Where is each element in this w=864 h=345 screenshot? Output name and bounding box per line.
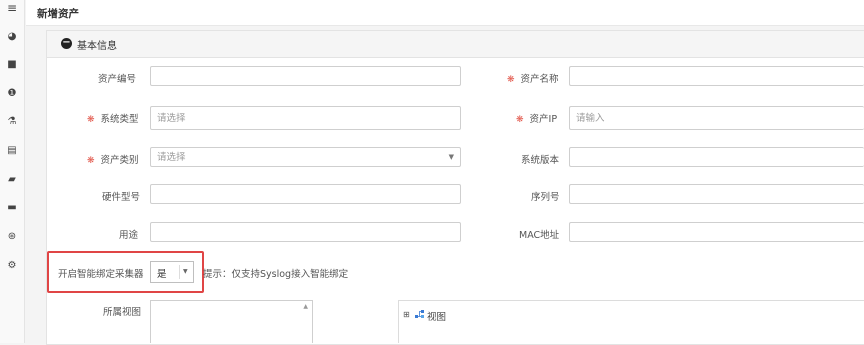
- smart-binding-hint: 提示：仅支持Syslog接入智能绑定: [203, 269, 349, 280]
- asset-ip-input[interactable]: 请输入: [569, 106, 864, 130]
- system-version-label: 系统版本: [521, 155, 560, 166]
- page-header: [26, 0, 864, 26]
- mac-address-input[interactable]: [569, 222, 864, 242]
- select-divider: [179, 265, 180, 279]
- asset-ip-label: ❋ 资产IP: [516, 114, 558, 125]
- sidebar: ≡ ◕ ■ ❶ ⚗ ▤ ▰ ▬ ⊛ ⚙: [0, 0, 25, 343]
- mac-address-label: MAC地址: [519, 230, 560, 241]
- menu-icon[interactable]: ≡: [0, 2, 24, 14]
- dashboard-icon[interactable]: ◕: [0, 31, 24, 43]
- purpose-label: 用途: [119, 230, 139, 241]
- chevron-down-icon[interactable]: ▼: [449, 148, 454, 166]
- view-label: 所属视图: [103, 307, 142, 318]
- network-node-icon: [415, 310, 424, 318]
- book-icon[interactable]: ▰: [0, 174, 24, 186]
- asset-category-placeholder: 请选择: [157, 152, 186, 163]
- smart-binding-value: 是: [157, 269, 167, 280]
- briefcase-icon[interactable]: ▬: [0, 202, 24, 214]
- system-type-select[interactable]: 请选择: [150, 106, 461, 130]
- required-icon: ❋: [507, 75, 515, 85]
- system-type-label: ❋ 系统类型: [87, 114, 139, 125]
- panel-title: 基本信息: [77, 41, 117, 52]
- smart-binding-label: 开启智能绑定采集器: [58, 269, 144, 280]
- video-icon[interactable]: ■: [0, 59, 24, 71]
- serial-number-label: 序列号: [531, 192, 560, 203]
- purpose-input[interactable]: [150, 222, 461, 242]
- tree-root-label[interactable]: 视图: [427, 309, 446, 323]
- view-textarea[interactable]: ▲: [150, 300, 313, 343]
- asset-category-select[interactable]: 请选择 ▼: [150, 147, 461, 167]
- hardware-model-label: 硬件型号: [102, 192, 141, 203]
- asset-number-label: 资产编号: [98, 74, 137, 85]
- asset-number-input[interactable]: [150, 66, 461, 86]
- asset-name-label: ❋ 资产名称: [507, 74, 559, 85]
- system-version-input[interactable]: [569, 147, 864, 167]
- required-icon: ❋: [516, 115, 524, 125]
- required-icon: ❋: [87, 115, 95, 125]
- page-title: 新增资产: [37, 8, 79, 20]
- minus-circle-icon[interactable]: −: [61, 38, 72, 49]
- expand-icon[interactable]: ⊞: [403, 310, 410, 319]
- asset-name-input[interactable]: [569, 66, 864, 86]
- cogs-icon[interactable]: ⚙: [0, 260, 24, 272]
- panel-header[interactable]: − 基本信息: [47, 31, 864, 58]
- gauge-icon[interactable]: ⊛: [0, 231, 24, 243]
- view-tree: ⊞ 视图: [398, 300, 864, 343]
- info-icon[interactable]: ❶: [0, 88, 24, 100]
- asset-category-label: ❋ 资产类别: [87, 155, 139, 166]
- required-icon: ❋: [87, 156, 95, 166]
- flask-icon[interactable]: ⚗: [0, 116, 24, 128]
- serial-number-input[interactable]: [569, 184, 864, 204]
- scroll-up-icon[interactable]: ▲: [303, 303, 308, 310]
- smart-binding-select[interactable]: 是 ▼: [150, 261, 194, 283]
- chevron-down-icon[interactable]: ▼: [183, 268, 188, 275]
- document-icon[interactable]: ▤: [0, 145, 24, 157]
- hardware-model-input[interactable]: [150, 184, 461, 204]
